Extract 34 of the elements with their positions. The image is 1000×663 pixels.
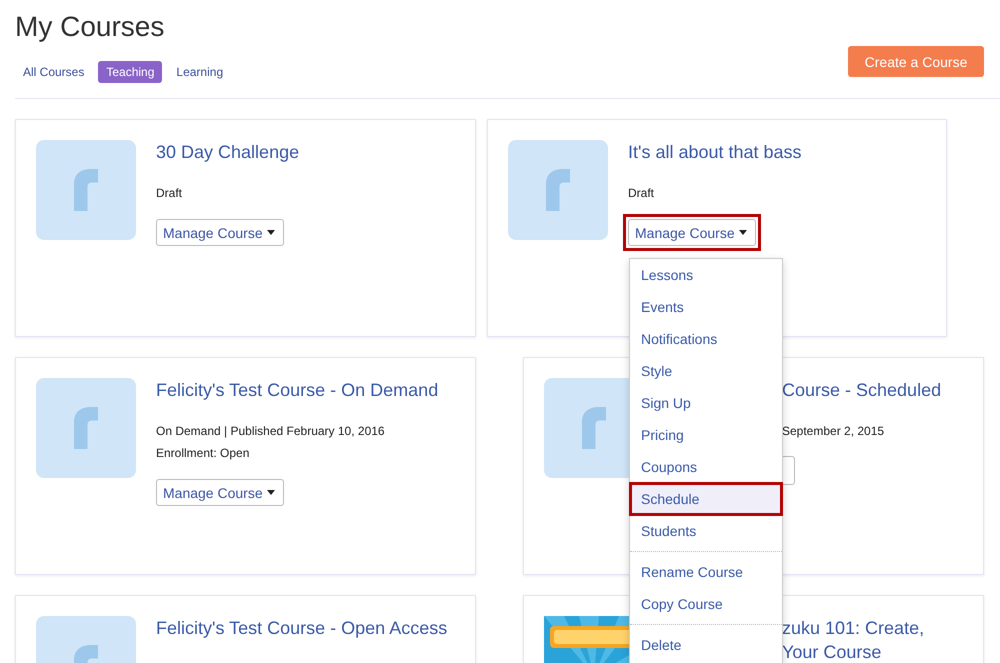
caret-icon [266, 230, 275, 235]
menu-item[interactable]: Sign Up [630, 387, 782, 419]
tab[interactable]: Teaching [98, 61, 162, 83]
course-title[interactable]: Felicity's Test Course - Open Access [156, 616, 448, 640]
menu-item[interactable]: Coupons [630, 451, 782, 483]
menu-item[interactable]: Lessons [630, 259, 782, 291]
course-title[interactable]: zuku 101: Create, [782, 616, 924, 640]
course-title[interactable]: It's all about that bass [628, 140, 802, 164]
course-title[interactable]: Course - Scheduled [782, 378, 942, 402]
caret-icon [738, 230, 747, 235]
menu-item[interactable]: Schedule [630, 483, 782, 515]
tab[interactable]: All Courses [15, 61, 92, 83]
menu-item[interactable]: Delete [630, 629, 782, 661]
menu-item[interactable]: Rename Course [630, 556, 782, 588]
course-status: September 2, 2015 [782, 423, 886, 440]
course-title[interactable]: 30 Day Challenge [156, 140, 300, 164]
menu-item[interactable]: Events [630, 291, 782, 323]
caret-icon [266, 490, 275, 495]
menu-item[interactable]: Copy Course [630, 588, 782, 620]
page-title: My Courses [15, 10, 166, 44]
manage-course-button[interactable]: Manage Course [628, 219, 756, 246]
course-status: Draft [628, 185, 656, 202]
menu-item[interactable]: Notifications [630, 323, 782, 355]
manage-course-button[interactable]: Manage Course [156, 219, 284, 246]
tab[interactable]: Learning [168, 61, 232, 83]
menu-item[interactable]: Pricing [630, 419, 782, 451]
course-status: Draft [156, 185, 184, 202]
course-title[interactable]: Felicity's Test Course - On Demand [156, 378, 438, 402]
menu-item[interactable]: Style [630, 355, 782, 387]
manage-course-button[interactable]: Manage Course [156, 479, 284, 506]
course-title[interactable]: Your Course [782, 640, 924, 663]
menu-item[interactable]: Students [630, 515, 782, 547]
course-status: On Demand | Published February 10, 2016 [156, 423, 386, 440]
course-status: Enrollment: Open [156, 445, 250, 462]
